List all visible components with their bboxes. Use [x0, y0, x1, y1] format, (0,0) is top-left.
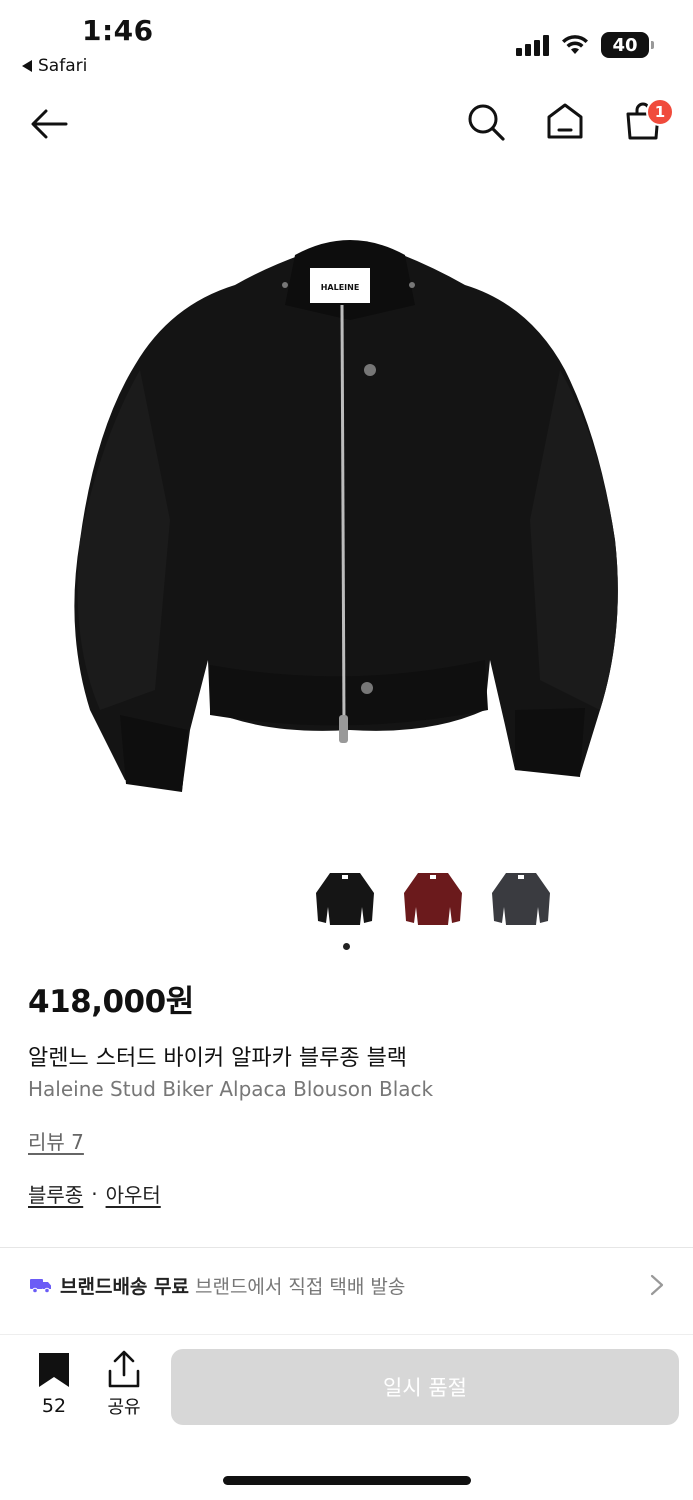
product-name-ko: 알렌느 스터드 바이커 알파카 블루종 블랙: [28, 1046, 408, 1071]
bookmark-button[interactable]: 52: [34, 1351, 74, 1417]
bookmark-count: 52: [41, 1395, 67, 1417]
product-price: 418,000원: [28, 984, 194, 1020]
category-link-blouson[interactable]: 블루종: [28, 1179, 83, 1208]
color-thumb-burgundy[interactable]: [398, 862, 468, 934]
chevron-right-icon: [650, 1274, 664, 1296]
home-indicator: [223, 1476, 471, 1485]
category-breadcrumb: 블루종 · 아우터: [28, 1179, 161, 1208]
back-app-label: Safari: [38, 56, 88, 76]
product-name-en: Haleine Stud Biker Alpaca Blouson Black: [28, 1077, 434, 1101]
search-icon[interactable]: [466, 102, 506, 142]
wifi-icon: [562, 35, 588, 54]
back-triangle-icon: [22, 60, 32, 72]
color-thumb-charcoal[interactable]: [486, 862, 556, 934]
top-nav: [0, 92, 693, 156]
status-icons: 40: [516, 32, 654, 58]
back-to-safari[interactable]: Safari: [22, 56, 87, 76]
share-icon: [108, 1350, 140, 1388]
truck-icon: [30, 1279, 51, 1293]
category-separator: ·: [91, 1181, 98, 1206]
cellular-signal-icon: [516, 34, 549, 56]
product-image[interactable]: HALEINE: [60, 210, 635, 810]
shipping-title: 브랜드배송 무료: [60, 1275, 189, 1298]
shipping-desc: 브랜드에서 직접 택배 발송: [194, 1275, 406, 1298]
status-bar: 1:46 Safari 40: [0, 0, 693, 84]
cart-count-badge: 1: [646, 98, 674, 126]
share-label: 공유: [107, 1397, 141, 1418]
category-link-outer[interactable]: 아우터: [106, 1179, 161, 1208]
battery-icon: 40: [601, 32, 654, 58]
battery-level: 40: [612, 34, 638, 56]
review-link[interactable]: 리뷰 7: [28, 1126, 84, 1155]
brand-label: HALEINE: [321, 283, 360, 292]
back-arrow-icon[interactable]: [28, 102, 72, 146]
color-thumbnails: [310, 862, 556, 934]
divider: [0, 1247, 693, 1248]
sold-out-button[interactable]: 일시 품절: [171, 1349, 679, 1425]
home-icon[interactable]: [544, 100, 586, 142]
status-time: 1:46: [82, 14, 154, 47]
selected-color-indicator: [343, 943, 350, 950]
color-thumb-black[interactable]: [310, 862, 380, 934]
shipping-info-row[interactable]: 브랜드배송 무료 브랜드에서 직접 택배 발송: [0, 1250, 693, 1320]
bookmark-icon: [39, 1353, 69, 1387]
share-button[interactable]: 공유: [102, 1349, 146, 1419]
